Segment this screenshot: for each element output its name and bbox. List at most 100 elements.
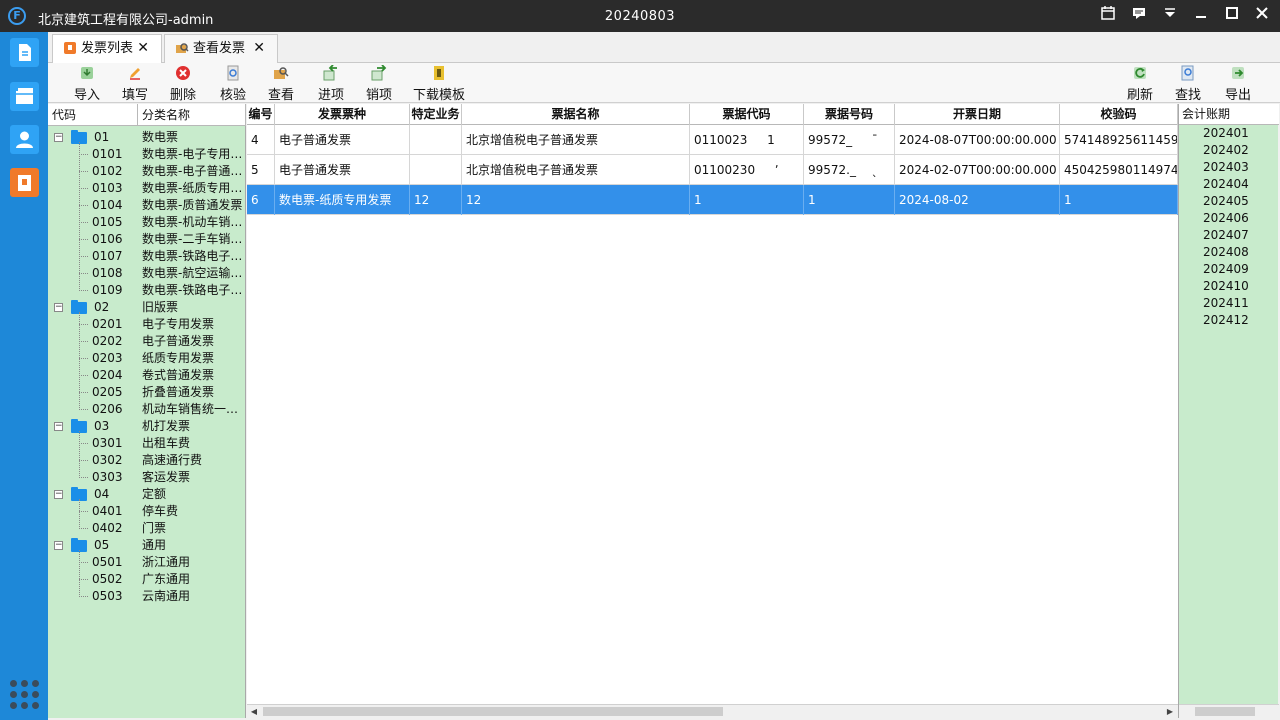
column-header[interactable]: 票据号码 — [804, 104, 895, 125]
period-item[interactable]: 202407 — [1203, 227, 1249, 244]
table-row[interactable]: 5 电子普通发票 北京增值税电子普通发票 01100230 ʼ 99572._ ˎ 202… — [247, 155, 1178, 185]
tree-item-row[interactable]: 0102 数电票-电子普通发票 — [48, 163, 246, 180]
table-cell: 北京增值税电子普通发票 — [462, 155, 690, 185]
tree-item-row[interactable]: 0203 纸质专用发票 — [48, 350, 246, 367]
scroll-thumb[interactable] — [1195, 707, 1255, 716]
close-tab-icon[interactable]: ✕ — [137, 35, 149, 62]
refresh-button[interactable]: 刷新 — [1123, 65, 1157, 103]
grid-horizontal-scrollbar[interactable]: ◀ ▶ — [247, 704, 1178, 718]
period-item[interactable]: 202406 — [1203, 210, 1249, 227]
tree-group-row[interactable]: − 05 通用 — [48, 537, 246, 554]
view-button[interactable]: 查看 — [264, 65, 298, 103]
column-header[interactable]: 票据代码 — [690, 104, 804, 125]
periods-horizontal-scrollbar[interactable] — [1179, 704, 1279, 718]
tree-item-row[interactable]: 0108 数电票-航空运输电子客票行程单 — [48, 265, 246, 282]
tree-item-row[interactable]: 0105 数电票-机动车销售统一发票 — [48, 214, 246, 231]
scroll-thumb[interactable] — [263, 707, 723, 716]
verify-button[interactable]: 核验 — [216, 65, 250, 103]
tree-item-row[interactable]: 0501 浙江通用 — [48, 554, 246, 571]
tree-group-row[interactable]: − 02 旧版票 — [48, 299, 246, 316]
download-template-button[interactable]: 下载模板 — [412, 65, 466, 103]
nav-invoice-button[interactable] — [10, 168, 39, 197]
tree-item-row[interactable]: 0201 电子专用发票 — [48, 316, 246, 333]
minimize-icon[interactable] — [1191, 6, 1211, 26]
tree-item-row[interactable]: 0402 门票 — [48, 520, 246, 537]
tree-item-row[interactable]: 0303 客运发票 — [48, 469, 246, 486]
nav-folders-button[interactable] — [10, 82, 39, 111]
import-button[interactable]: 导入 — [70, 65, 104, 103]
period-item[interactable]: 202404 — [1203, 176, 1249, 193]
fill-in-button[interactable]: 填写 — [118, 65, 152, 103]
close-tab-icon[interactable]: ✕ — [253, 35, 265, 62]
dropdown-menu-icon[interactable] — [1160, 6, 1180, 26]
period-item[interactable]: 202408 — [1203, 244, 1249, 261]
nav-document-button[interactable] — [10, 38, 39, 67]
tree-group-row[interactable]: − 04 定额 — [48, 486, 246, 503]
tree-item-row[interactable]: 0401 停车费 — [48, 503, 246, 520]
tree-connector — [79, 579, 88, 580]
tab-invoice-list[interactable]: 发票列表 ✕ — [52, 34, 162, 64]
period-item[interactable]: 202403 — [1203, 159, 1249, 176]
period-item[interactable]: 202402 — [1203, 142, 1249, 159]
period-item[interactable]: 202409 — [1203, 261, 1249, 278]
tree-item-row[interactable]: 0202 电子普通发票 — [48, 333, 246, 350]
scroll-left-icon[interactable]: ◀ — [247, 705, 261, 718]
table-row[interactable]: 6 数电票-纸质专用发票 12 12 1 1 2024-08-02 1 — [247, 185, 1178, 215]
calendar-icon[interactable] — [1098, 6, 1118, 26]
collapse-toggle-icon[interactable]: − — [54, 133, 63, 142]
find-button[interactable]: 查找 — [1171, 65, 1205, 103]
tree-item-row[interactable]: 0103 数电票-纸质专用发票 — [48, 180, 246, 197]
tree-group-row[interactable]: − 03 机打发票 — [48, 418, 246, 435]
period-item[interactable]: 202405 — [1203, 193, 1249, 210]
export-label: 导出 — [1224, 88, 1251, 103]
input-invoices-icon — [323, 65, 337, 81]
period-item[interactable]: 202401 — [1203, 125, 1249, 142]
column-header[interactable]: 编号 — [247, 104, 275, 125]
column-header[interactable]: 票据名称 — [462, 104, 690, 125]
tree-item-row[interactable]: 0301 出租车费 — [48, 435, 246, 452]
tree-name: 数电票-航空运输电子客票行程单 — [142, 266, 244, 280]
tree-header-name[interactable]: 分类名称 — [138, 104, 246, 126]
tree-item-row[interactable]: 0104 数电票-质普通发票 — [48, 197, 246, 214]
table-row[interactable]: 4 电子普通发票 北京增值税电子普通发票 0110023 1 99572_ ˉ 2024-… — [247, 125, 1178, 155]
scroll-right-icon[interactable]: ▶ — [1163, 705, 1177, 718]
column-header[interactable]: 特定业务 — [410, 104, 462, 125]
collapse-toggle-icon[interactable]: − — [54, 303, 63, 312]
delete-button[interactable]: 删除 — [166, 65, 200, 103]
tree-item-row[interactable]: 0205 折叠普通发票 — [48, 384, 246, 401]
apps-grid-icon[interactable] — [10, 680, 40, 710]
tree-header-code[interactable]: 代码 — [48, 104, 138, 126]
tree-group-row[interactable]: − 01 数电票 — [48, 129, 246, 146]
title-bar: F 北京建筑工程有限公司-admin 20240803 — [0, 0, 1280, 32]
collapse-toggle-icon[interactable]: − — [54, 490, 63, 499]
column-header[interactable]: 校验码 — [1060, 104, 1178, 125]
tree-item-row[interactable]: 0302 高速通行费 — [48, 452, 246, 469]
maximize-icon[interactable] — [1222, 6, 1242, 26]
tree-connector — [79, 511, 88, 512]
tree-item-row[interactable]: 0502 广东通用 — [48, 571, 246, 588]
collapse-toggle-icon[interactable]: − — [54, 541, 63, 550]
column-header[interactable]: 发票票种 — [275, 104, 410, 125]
close-window-icon[interactable] — [1252, 6, 1272, 26]
column-header[interactable]: 开票日期 — [895, 104, 1060, 125]
tree-item-row[interactable]: 0109 数电票-铁路电子客票 — [48, 282, 246, 299]
tree-item-row[interactable]: 0503 云南通用 — [48, 588, 246, 605]
input-invoices-button[interactable]: 进项 — [314, 65, 348, 103]
collapse-toggle-icon[interactable]: − — [54, 422, 63, 431]
period-item[interactable]: 202410 — [1203, 278, 1249, 295]
table-cell: 2024-08-07T00:00:00.000 — [895, 125, 1060, 155]
export-button[interactable]: 导出 — [1221, 65, 1255, 103]
period-item[interactable]: 202412 — [1203, 312, 1249, 329]
tree-item-row[interactable]: 0206 机动车销售统一发票 — [48, 401, 246, 418]
output-invoices-button[interactable]: 销项 — [362, 65, 396, 103]
tree-connector — [79, 562, 88, 563]
message-icon[interactable] — [1129, 6, 1149, 26]
tree-item-row[interactable]: 0106 数电票-二手车销售统一发票 — [48, 231, 246, 248]
tree-item-row[interactable]: 0107 数电票-铁路电子客票 — [48, 248, 246, 265]
period-item[interactable]: 202411 — [1203, 295, 1249, 312]
tree-item-row[interactable]: 0204 卷式普通发票 — [48, 367, 246, 384]
nav-user-button[interactable] — [10, 125, 39, 154]
tab-view-invoice[interactable]: 查看发票 ✕ — [164, 34, 278, 63]
download-template-icon — [434, 66, 444, 80]
tree-item-row[interactable]: 0101 数电票-电子专用发票 — [48, 146, 246, 163]
